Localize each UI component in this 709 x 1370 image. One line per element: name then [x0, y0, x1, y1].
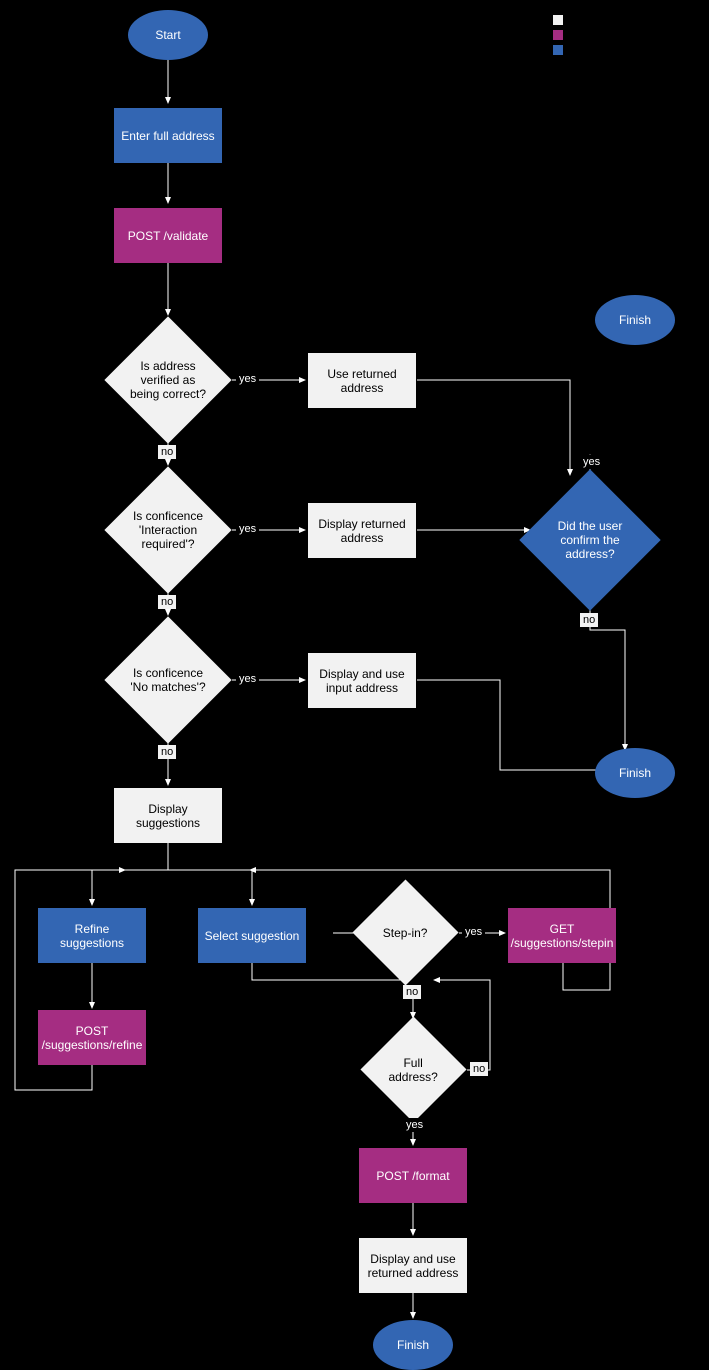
post-format: POST /format: [359, 1148, 467, 1203]
legend-blue: [553, 45, 563, 55]
refine-suggestions: Refine suggestions: [38, 908, 146, 963]
lbl-yes: yes: [580, 455, 603, 469]
display-input: Display and use input address: [308, 653, 416, 708]
decision-stepin: Step-in?: [352, 879, 458, 985]
decision-confirm: Did the user confirm the address?: [519, 469, 660, 610]
use-returned: Use returned address: [308, 353, 416, 408]
finish-top: Finish: [595, 295, 675, 345]
decision-fulladdr: Full address?: [360, 1016, 466, 1122]
lbl-yes: yes: [236, 372, 259, 386]
lbl-no: no: [158, 445, 176, 459]
post-refine: POST /suggestions/refine: [38, 1010, 146, 1065]
display-suggestions: Display suggestions: [114, 788, 222, 843]
select-suggestion: Select suggestion: [198, 908, 306, 963]
display-returned: Display returned address: [308, 503, 416, 558]
lbl-no: no: [158, 745, 176, 759]
lbl-yes: yes: [403, 1118, 426, 1132]
lbl-no: no: [403, 985, 421, 999]
legend-magenta: [553, 30, 563, 40]
decision-nomatches: Is conficence 'No matches'?: [104, 616, 231, 743]
lbl-yes: yes: [236, 522, 259, 536]
decision-interaction: Is conficence 'Interaction required'?: [104, 466, 231, 593]
lbl-yes: yes: [462, 925, 485, 939]
decision-verified: Is address verified as being correct?: [104, 316, 231, 443]
finish-right: Finish: [595, 748, 675, 798]
get-stepin: GET /suggestions/stepin: [508, 908, 616, 963]
finish-bottom: Finish: [373, 1320, 453, 1370]
lbl-no: no: [580, 613, 598, 627]
enter-address: Enter full address: [114, 108, 222, 163]
legend-white: [553, 15, 563, 25]
post-validate: POST /validate: [114, 208, 222, 263]
display-use-returned: Display and use returned address: [359, 1238, 467, 1293]
flowchart: Start Enter full address POST /validate …: [0, 0, 709, 1350]
lbl-yes: yes: [236, 672, 259, 686]
lbl-no: no: [158, 595, 176, 609]
lbl-no: no: [470, 1062, 488, 1076]
start-node: Start: [128, 10, 208, 60]
